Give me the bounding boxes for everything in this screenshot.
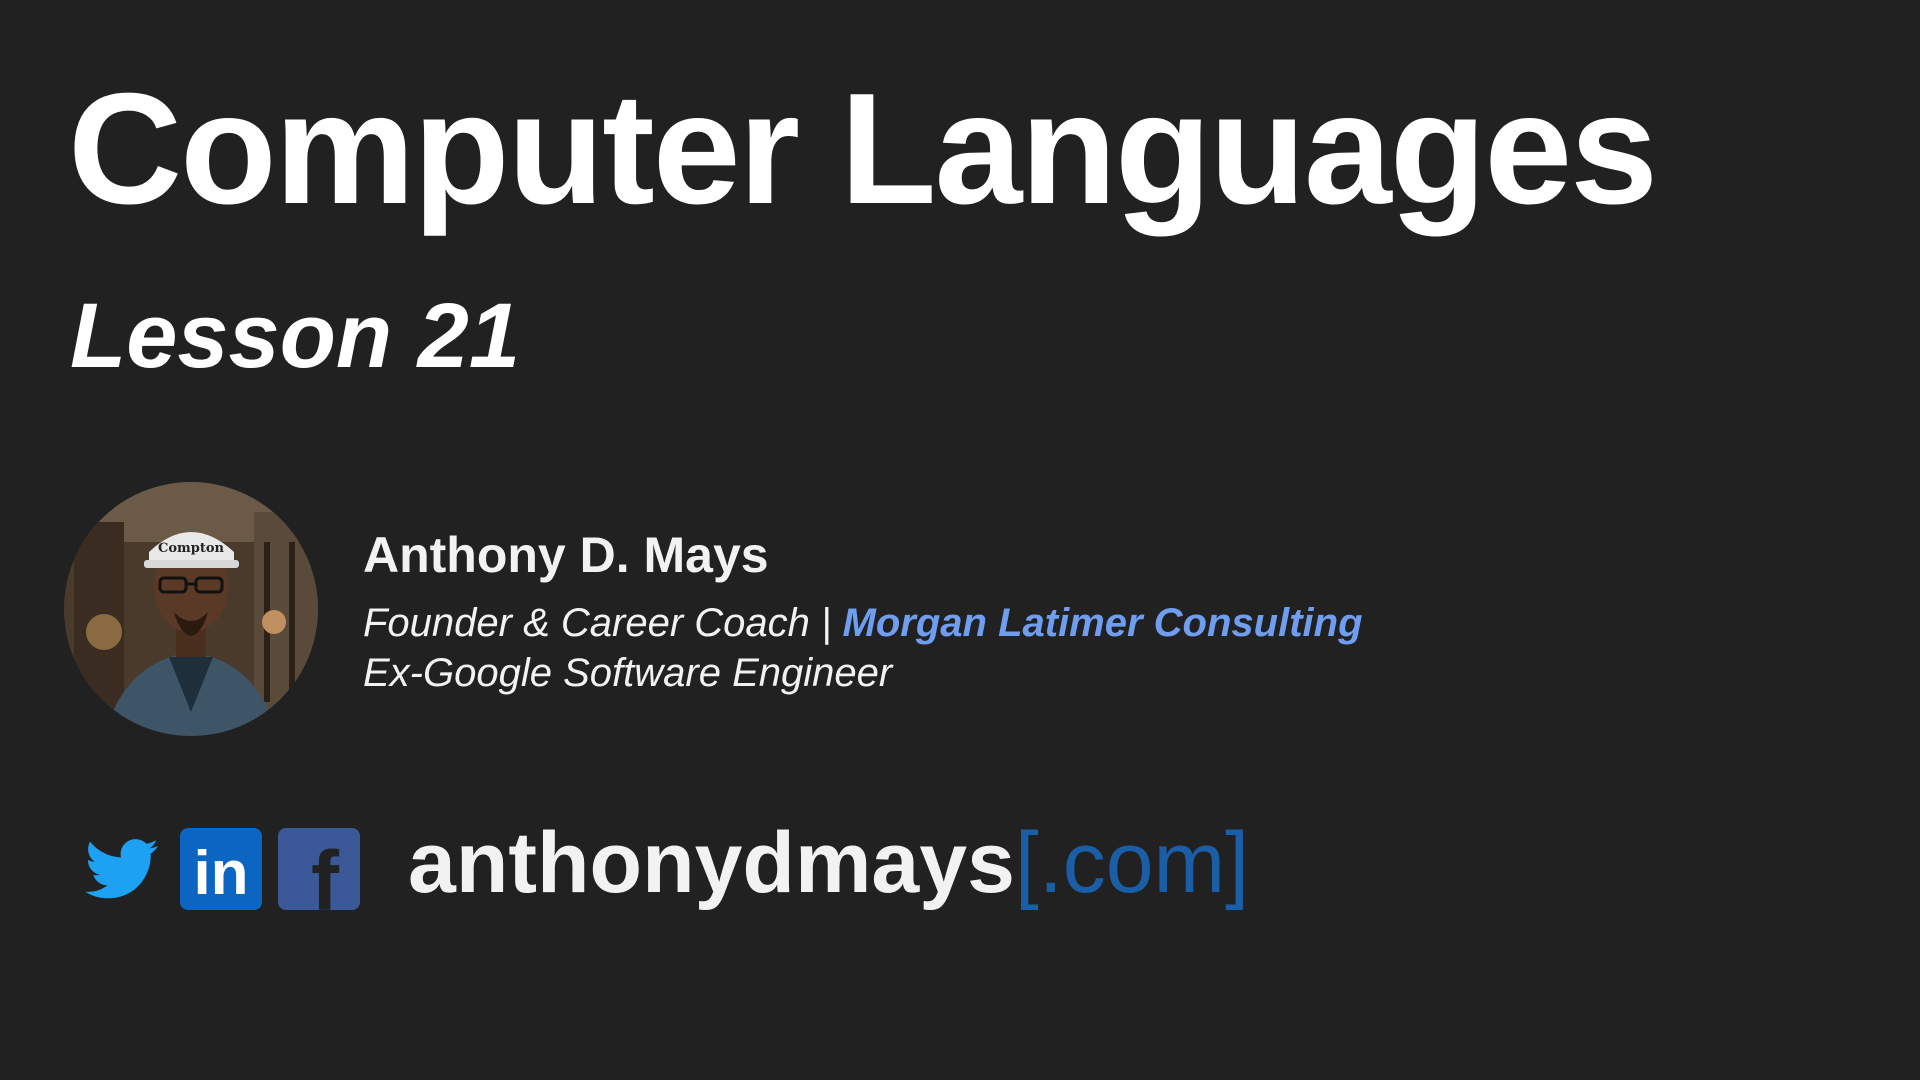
website-name: anthonydmays <box>408 815 1015 911</box>
presenter-role: Founder & Career Coach | Morgan Latimer … <box>363 598 1363 648</box>
presenter-company: Morgan Latimer Consulting <box>842 601 1363 645</box>
facebook-icon[interactable]: f <box>278 828 360 910</box>
presenter-role-prefix: Founder & Career Coach | <box>363 601 843 645</box>
twitter-icon[interactable] <box>82 828 164 910</box>
website-link[interactable]: anthonydmays[.com] <box>408 816 1249 911</box>
presenter-name: Anthony D. Mays <box>363 527 769 583</box>
slide-subtitle: Lesson 21 <box>70 285 520 387</box>
svg-text:in: in <box>193 839 248 908</box>
svg-text:f: f <box>311 834 340 910</box>
presenter-previous-role: Ex-Google Software Engineer <box>363 651 893 695</box>
slide-title: Computer Languages <box>68 61 1658 237</box>
slide: Computer Languages Lesson 21 Compton Ant… <box>0 0 1920 1080</box>
website-suffix: [.com] <box>1014 815 1250 911</box>
presenter-photo: Compton <box>64 482 318 736</box>
social-icons: in f <box>82 828 376 910</box>
cap-text: Compton <box>158 541 225 556</box>
linkedin-icon[interactable]: in <box>180 828 262 910</box>
presenter-avatar: Compton <box>64 482 318 736</box>
presenter-bio: Anthony D. Mays Founder & Career Coach |… <box>363 530 1363 698</box>
